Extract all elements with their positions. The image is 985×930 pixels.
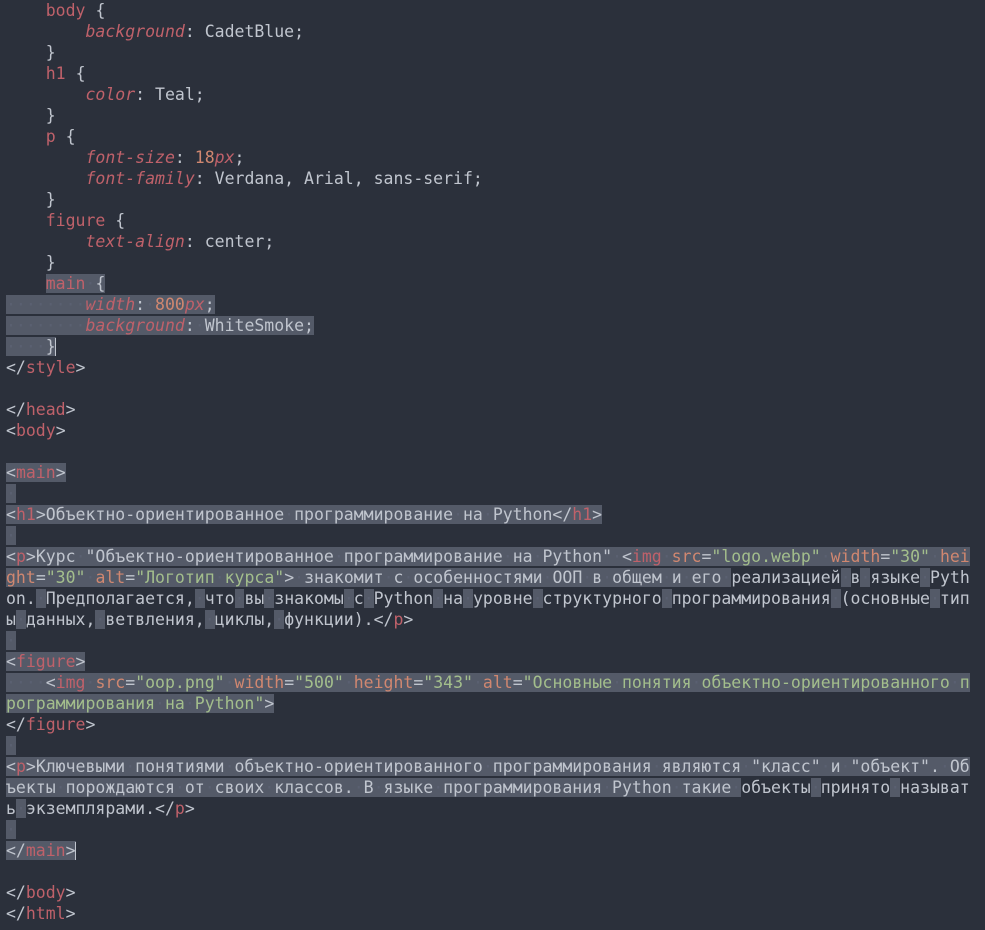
img1-alt: "Логотип·курса": [135, 568, 284, 587]
line: ·: [6, 631, 16, 650]
css-prop: text-align: [85, 232, 184, 251]
img1-w: "30": [890, 547, 930, 566]
css-selector: h1: [46, 64, 66, 83]
line: </style>: [6, 358, 85, 377]
line: figure {: [6, 211, 125, 230]
line: </head>: [6, 400, 76, 419]
css-num: 18: [195, 148, 215, 167]
line: <h1>Объектно-ориентированное·программиро…: [6, 505, 602, 524]
img2-w: "500": [294, 673, 344, 692]
css-value: Teal: [155, 85, 195, 104]
line: <p>Курс·"Объектно-ориентированное·програ…: [6, 547, 970, 629]
line: </main>: [6, 841, 76, 860]
img1-h: "30": [46, 568, 86, 587]
css-selector: main: [46, 274, 86, 293]
line: </body>: [6, 883, 76, 902]
css-value: WhiteSmoke: [205, 316, 304, 335]
tag-main-close: main: [26, 841, 66, 860]
line: font-family: Verdana, Arial, sans-serif;: [6, 169, 483, 188]
line: ·: [6, 820, 16, 839]
css-selector: body: [46, 1, 86, 20]
line: text-align: center;: [6, 232, 274, 251]
tag-html-close: html: [26, 904, 66, 923]
tag-body-close: body: [26, 883, 66, 902]
line: }: [6, 253, 56, 272]
css-prop: width: [85, 295, 135, 314]
line: ····<img·src="oop.png"·width="500"·heigh…: [6, 673, 970, 713]
tag-head-close: head: [26, 400, 66, 419]
tag-figure-close: figure: [26, 715, 86, 734]
img2-h: "343": [423, 673, 473, 692]
css-value: center: [205, 232, 265, 251]
img1-src: "logo.webp": [711, 547, 820, 566]
css-value: CadetBlue: [205, 22, 294, 41]
line: </figure>: [6, 715, 95, 734]
line: h1 {: [6, 64, 86, 83]
line: ········width:·800px;: [6, 295, 215, 314]
tag-body-open: body: [16, 421, 56, 440]
line: main·{: [6, 274, 105, 293]
p1-text-a: Курс·"Объектно-ориентированное·программи…: [36, 547, 622, 566]
line: <main>: [6, 463, 66, 482]
h1-text: Объектно-ориентированное·программировани…: [46, 505, 553, 524]
line: <p>Ключевыми·понятиями·объектно-ориентир…: [6, 757, 970, 818]
line: font-size: 18px;: [6, 148, 244, 167]
line: ·: [6, 526, 16, 545]
line: </html>: [6, 904, 76, 923]
line: color: Teal;: [6, 85, 205, 104]
css-prop: font-size: [85, 148, 174, 167]
css-prop: background: [85, 316, 184, 335]
line: body {: [6, 1, 105, 20]
line: ····}: [6, 337, 56, 356]
tag-img: img: [632, 547, 662, 566]
tag-h1-open: h1: [16, 505, 36, 524]
line: ·: [6, 484, 16, 503]
text-cursor: [55, 338, 56, 356]
line: ·: [6, 736, 16, 755]
tag-p-open: p: [16, 757, 26, 776]
text-cursor: [75, 842, 76, 860]
tag-style-close: style: [26, 358, 76, 377]
line: }: [6, 190, 56, 209]
css-prop: font-family: [85, 169, 194, 188]
p1-text-b: ·знакомит·с·особенностями·ООП·в·общем·и·…: [294, 568, 731, 587]
line: }: [6, 43, 56, 62]
css-num: 800: [155, 295, 185, 314]
tag-main-open: main: [16, 463, 56, 482]
line: <body>: [6, 421, 66, 440]
attr-src: src: [672, 547, 702, 566]
css-unit: px: [215, 148, 235, 167]
tag-img: img: [56, 673, 86, 692]
line: background: CadetBlue;: [6, 22, 304, 41]
css-unit: px: [185, 295, 205, 314]
code-editor[interactable]: body { background: CadetBlue; } h1 { col…: [0, 0, 985, 930]
css-prop: color: [85, 85, 135, 104]
line: p {: [6, 127, 76, 146]
line: <figure>: [6, 652, 85, 671]
attr-width: width: [831, 547, 881, 566]
css-value: Verdana, Arial, sans-serif: [215, 169, 473, 188]
attr-alt: alt: [95, 568, 125, 587]
line: ········background:·WhiteSmoke;: [6, 316, 314, 335]
tag-figure-open: figure: [16, 652, 76, 671]
tag-p-open: p: [16, 547, 26, 566]
css-selector: figure: [46, 211, 106, 230]
css-prop: background: [85, 22, 184, 41]
p2-text: Ключевыми·понятиями·объектно-ориентирова…: [36, 757, 851, 776]
css-selector: p: [46, 127, 56, 146]
img2-src: "oop.png": [135, 673, 224, 692]
line: }: [6, 106, 56, 125]
